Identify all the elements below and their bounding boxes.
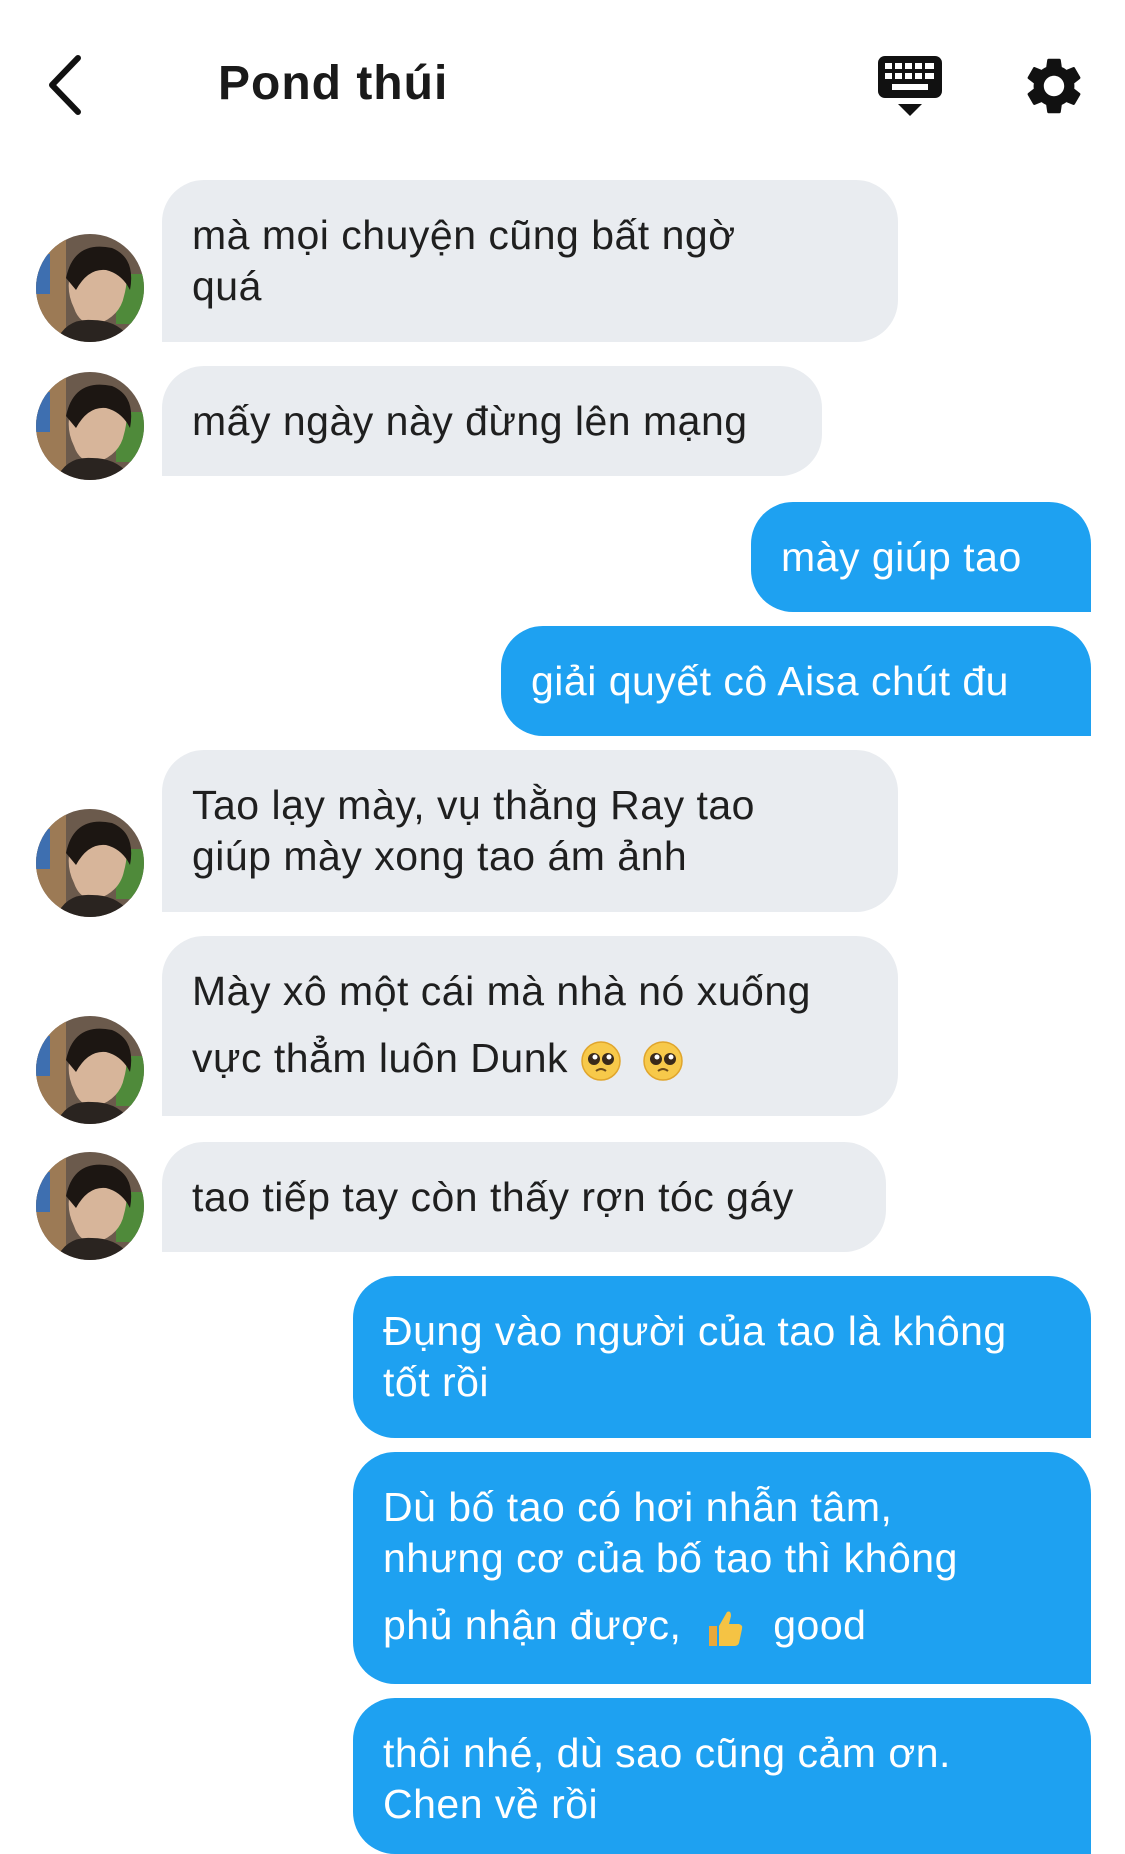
thumbs-up-icon — [709, 1611, 743, 1647]
message-bubble-incoming[interactable]: Tao lạy mày, vụ thằng Ray tao giúp mày x… — [162, 750, 898, 912]
message-bubble-outgoing[interactable]: giải quyết cô Aisa chút đu — [501, 626, 1091, 736]
gear-icon — [1027, 58, 1081, 114]
message-line: tao tiếp tay còn thấy rợn tóc gáy — [192, 1174, 794, 1220]
message-line: mấy ngày này đừng lên mạng — [192, 398, 748, 444]
chat-header: Pond thúi — [0, 0, 1125, 170]
message-line: thôi nhé, dù sao cũng cảm ơn. — [383, 1730, 951, 1776]
keyboard-icon — [878, 56, 942, 116]
contact-avatar[interactable] — [36, 372, 144, 480]
settings-button[interactable] — [1020, 52, 1088, 120]
message-line: phủ nhận được, — [383, 1602, 682, 1648]
message-line: mà mọi chuyện cũng bất ngờ — [192, 212, 736, 258]
message-line: giúp mày xong tao ám ảnh — [192, 833, 688, 879]
message-bubble-outgoing[interactable]: Đụng vào người của tao là không tốt rồi — [353, 1276, 1091, 1438]
message-line: Chen về rồi — [383, 1781, 599, 1827]
keyboard-button[interactable] — [874, 52, 946, 120]
message-line: quá — [192, 263, 262, 309]
message-bubble-incoming[interactable]: Mày xô một cái mà nhà nó xuống vực thẳm … — [162, 936, 898, 1116]
message-line: nhưng cơ của bố tao thì không — [383, 1535, 958, 1581]
chevron-left-icon — [49, 55, 81, 115]
message-bubble-incoming[interactable]: mấy ngày này đừng lên mạng — [162, 366, 822, 476]
contact-avatar[interactable] — [36, 234, 144, 342]
message-line: vực thẳm luôn Dunk — [192, 1035, 568, 1081]
contact-avatar[interactable] — [36, 1152, 144, 1260]
message-line: Mày xô một cái mà nhà nó xuống — [192, 968, 811, 1014]
message-bubble-incoming[interactable]: mà mọi chuyện cũng bất ngờ quá — [162, 180, 898, 342]
message-line: giải quyết cô Aisa chút đu — [531, 658, 1009, 704]
message-line: tốt rồi — [383, 1359, 490, 1405]
pleading-face-icon — [581, 1041, 621, 1081]
contact-avatar[interactable] — [36, 1016, 144, 1124]
message-line: good — [773, 1602, 867, 1648]
message-line: mày giúp tao — [781, 534, 1022, 580]
message-bubble-outgoing[interactable]: Dù bố tao có hơi nhẫn tâm, nhưng cơ của … — [353, 1452, 1091, 1684]
message-line: Tao lạy mày, vụ thằng Ray tao — [192, 782, 755, 828]
message-bubble-incoming[interactable]: tao tiếp tay còn thấy rợn tóc gáy — [162, 1142, 886, 1252]
pleading-face-icon — [643, 1041, 683, 1081]
back-button[interactable] — [40, 50, 100, 120]
message-line: Đụng vào người của tao là không — [383, 1308, 1007, 1354]
message-line: Dù bố tao có hơi nhẫn tâm, — [383, 1484, 893, 1530]
message-bubble-outgoing[interactable]: thôi nhé, dù sao cũng cảm ơn. Chen về rồ… — [353, 1698, 1091, 1854]
chat-title: Pond thúi — [218, 57, 449, 110]
contact-avatar[interactable] — [36, 809, 144, 917]
message-bubble-outgoing[interactable]: mày giúp tao — [751, 502, 1091, 612]
